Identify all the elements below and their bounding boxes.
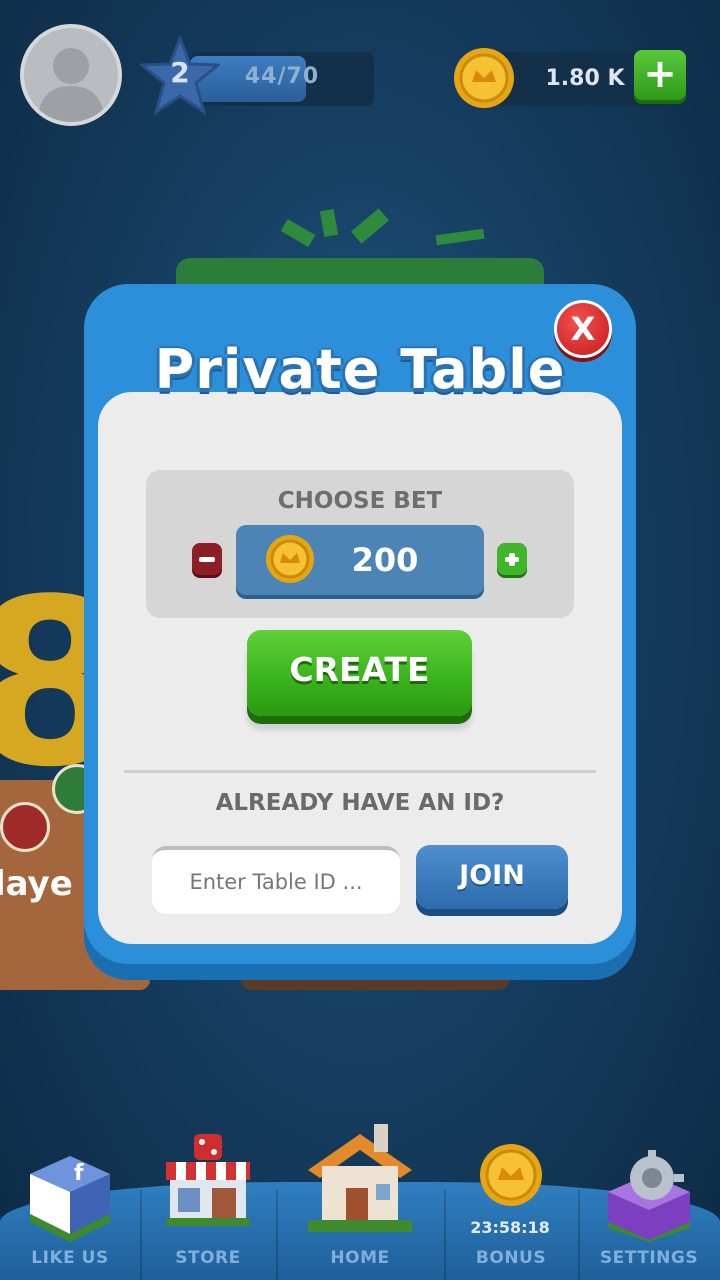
nav-item-settings[interactable]: SETTINGS <box>578 1140 720 1280</box>
facebook-cube-icon: f <box>30 1156 110 1242</box>
add-coins-button[interactable]: + <box>634 50 686 100</box>
level-number: 2 <box>170 56 190 89</box>
nav-item-bonus[interactable]: BONUS <box>444 1140 578 1280</box>
house-icon <box>308 1124 412 1232</box>
increase-bet-button[interactable] <box>497 543 527 575</box>
coin-icon <box>266 535 314 583</box>
bet-value: 200 <box>351 541 419 579</box>
bonus-timer: 23:58:18 <box>470 1218 550 1237</box>
nav-item-like-us[interactable]: f LIKE US <box>0 1140 140 1280</box>
minus-icon <box>199 557 215 562</box>
nav-item-home[interactable]: HOME <box>276 1116 444 1280</box>
nav-label-bonus: BONUS <box>475 1248 547 1268</box>
nav-label-home: HOME <box>330 1248 390 1268</box>
create-button-label: CREATE <box>289 650 430 689</box>
store-icon <box>166 1134 250 1226</box>
plus-icon <box>509 553 515 566</box>
svg-text:f: f <box>74 1161 84 1186</box>
close-button[interactable]: X <box>554 300 612 358</box>
nav-item-store[interactable]: STORE <box>140 1130 276 1280</box>
background-player-text: laye <box>0 864 73 904</box>
background-chip <box>0 802 50 852</box>
choose-bet-label: CHOOSE BET <box>277 488 443 514</box>
table-id-input[interactable] <box>152 846 400 914</box>
background-shard <box>280 218 316 248</box>
divider <box>124 770 596 773</box>
coin-icon <box>454 48 514 108</box>
profile-silhouette-icon <box>38 48 104 122</box>
dialog-title: Private Table <box>154 338 566 401</box>
coin-balance: 1.80 K <box>545 66 625 91</box>
coin-icon <box>480 1144 542 1206</box>
nav-label-like-us: LIKE US <box>31 1248 109 1268</box>
background-shard <box>435 228 485 246</box>
background-shard <box>351 208 389 244</box>
gear-icon <box>608 1150 690 1242</box>
nav-label-store: STORE <box>175 1248 241 1268</box>
nav-label-settings: SETTINGS <box>599 1248 699 1268</box>
avatar[interactable] <box>20 24 122 126</box>
xp-text: 44/70 <box>244 64 320 89</box>
join-button-label: JOIN <box>459 860 525 891</box>
already-have-id-label: ALREADY HAVE AN ID? <box>215 790 505 816</box>
decrease-bet-button[interactable] <box>192 543 222 575</box>
background-shard <box>319 208 339 238</box>
